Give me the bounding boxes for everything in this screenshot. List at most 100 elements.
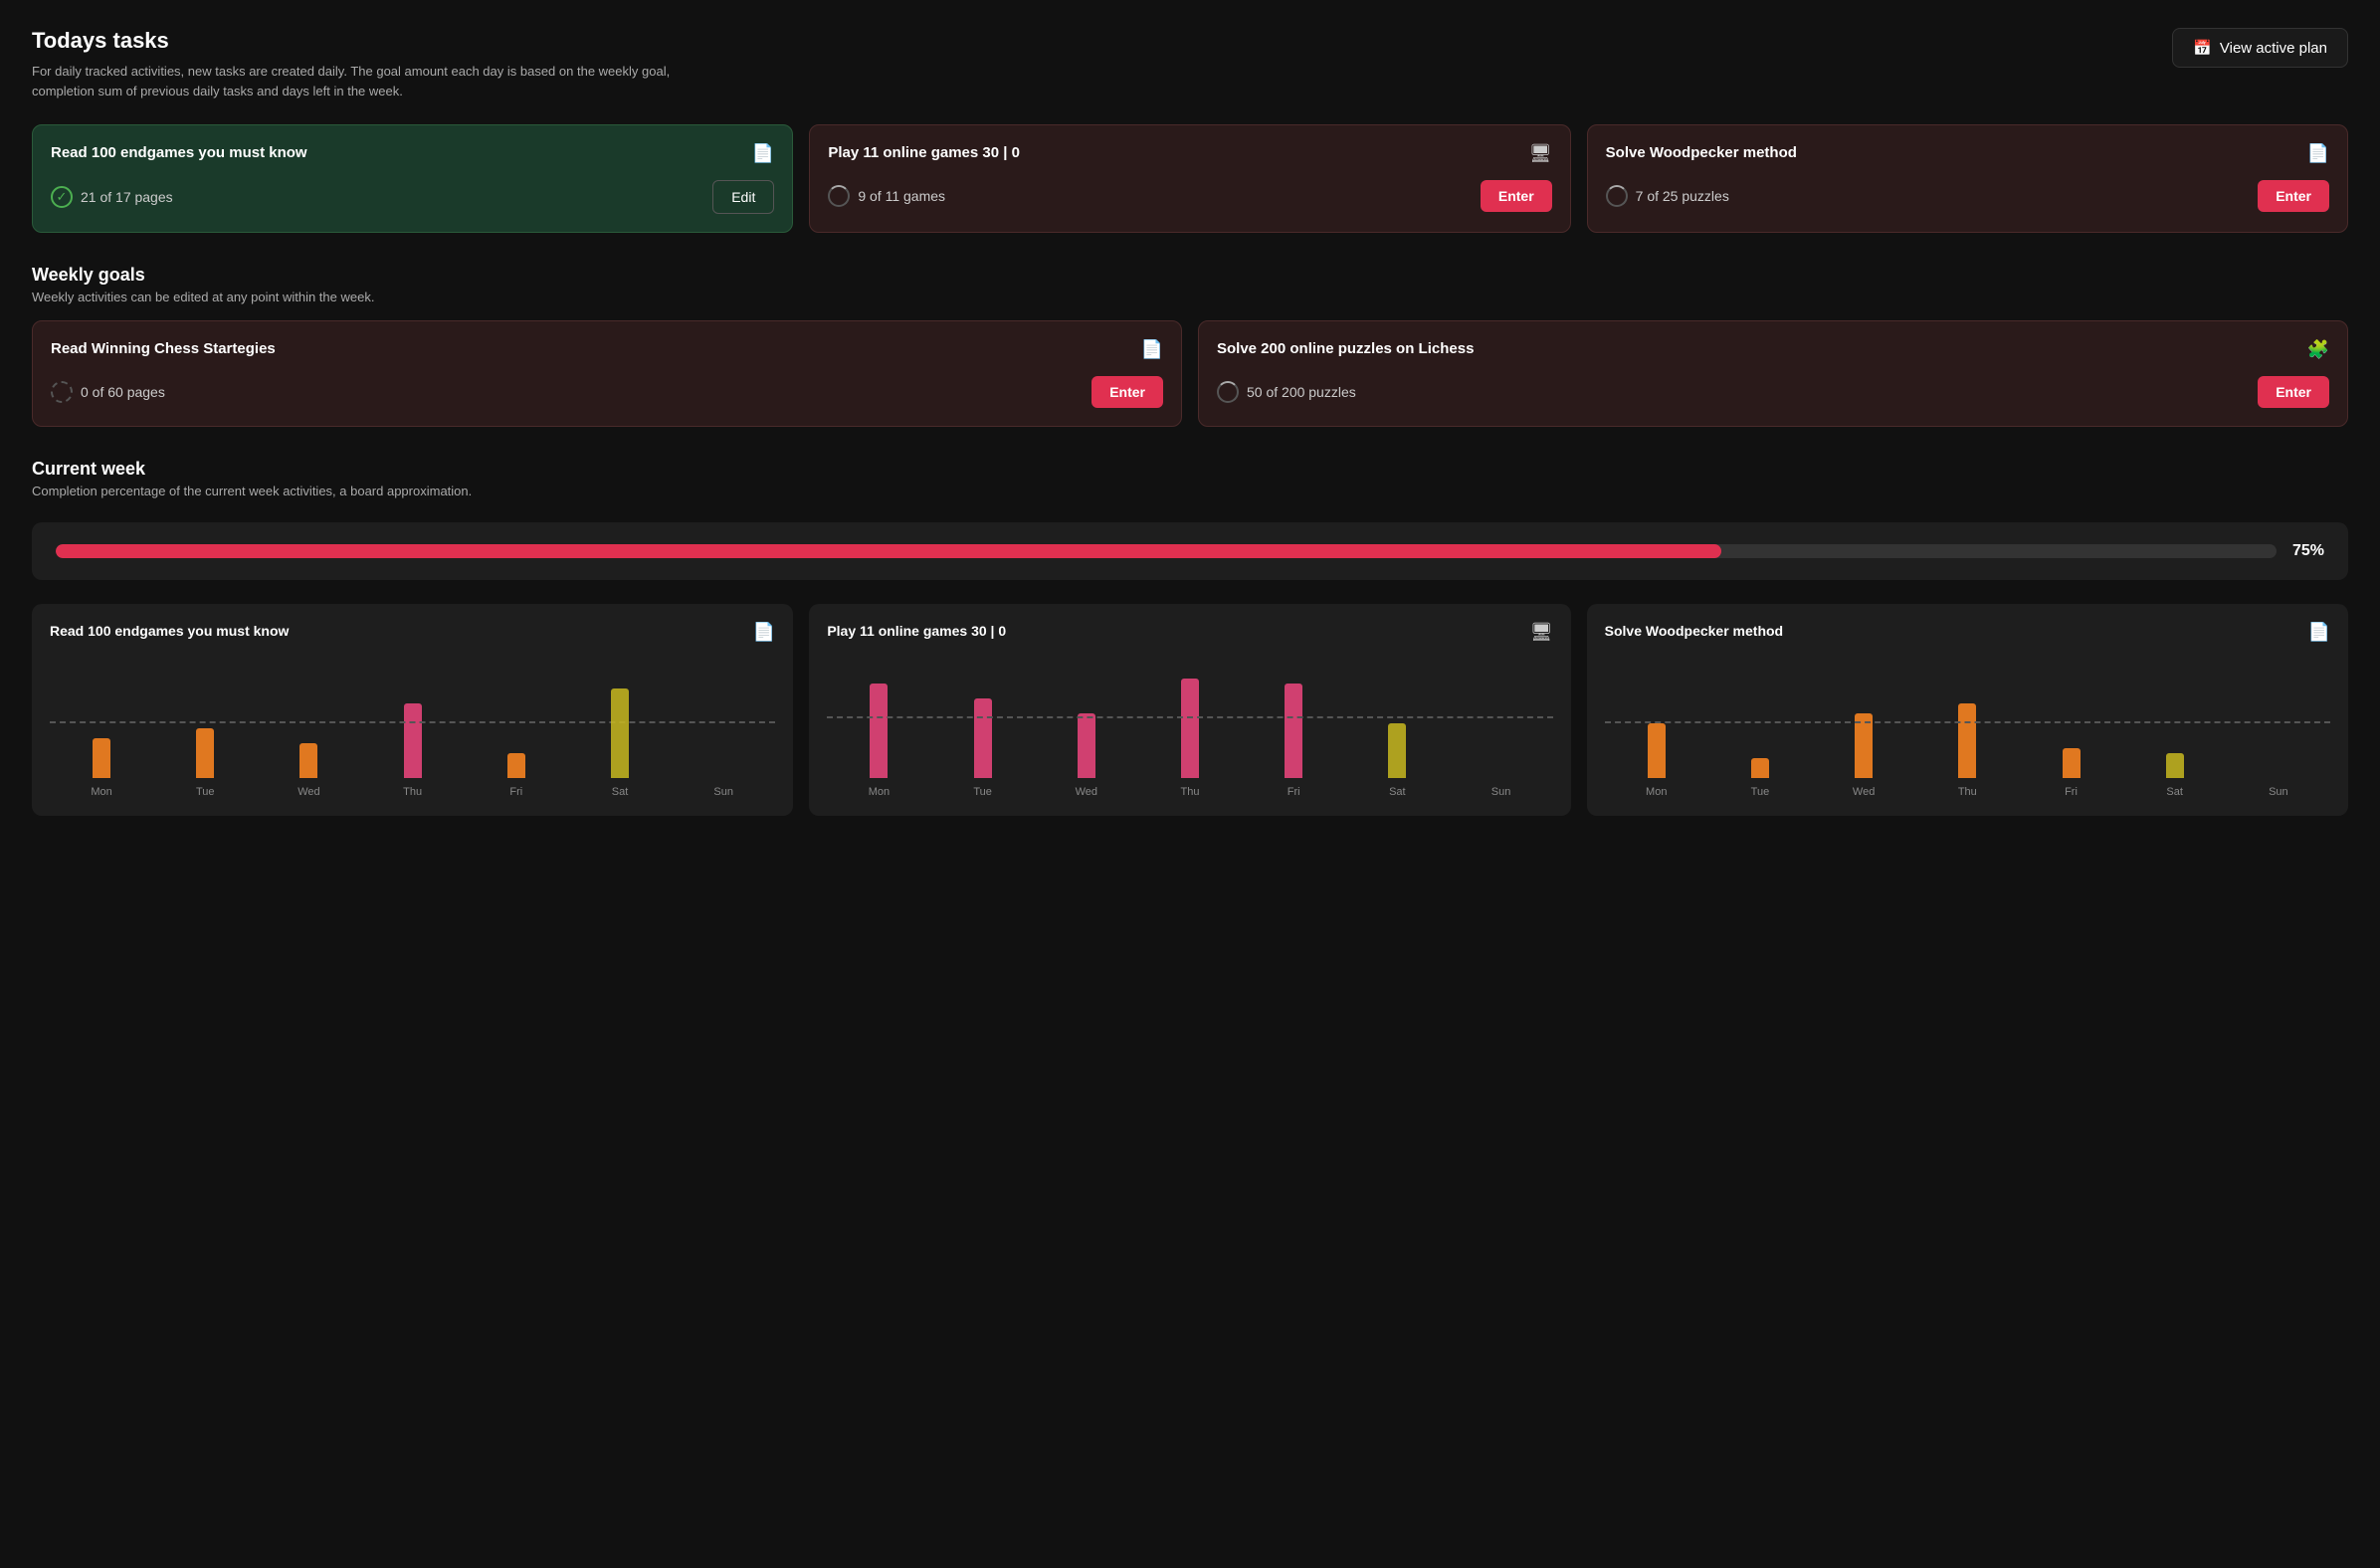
header-left: Todays tasks For daily tracked activitie… — [32, 28, 708, 100]
bar-labels: Mon Tue Wed Thu Fri Sat Sun — [827, 786, 1552, 798]
enter-button[interactable]: Enter — [2258, 376, 2329, 408]
progress-bar-track — [56, 544, 2277, 558]
day-label: Thu — [1915, 786, 2019, 798]
task-card-online-games: Play 11 online games 30 | 0 🖥 9 of 11 ga… — [809, 124, 1570, 233]
today-tasks-grid: Read 100 endgames you must know 📄 ✓ 21 o… — [32, 124, 2348, 233]
day-label: Sat — [2123, 786, 2227, 798]
bar-group — [2019, 748, 2122, 778]
card-type-icon: 📄 — [752, 143, 774, 164]
current-week-title: Current week — [32, 459, 2348, 480]
check-circle-icon: ✓ — [51, 186, 73, 208]
bar-sat — [2166, 753, 2184, 778]
page-title: Todays tasks — [32, 28, 708, 54]
dashed-goal-line — [1605, 721, 2330, 723]
progress-text: 50 of 200 puzzles — [1247, 384, 1356, 400]
day-label: Fri — [2019, 786, 2122, 798]
chart-card-icon: 🖥 — [1530, 622, 1553, 643]
view-plan-label: View active plan — [2220, 40, 2327, 57]
bar-group — [1708, 758, 1812, 778]
bar-group — [2123, 753, 2227, 778]
bar-group — [1915, 703, 2019, 778]
dashed-circle-icon — [51, 381, 73, 403]
day-label: Mon — [1605, 786, 1708, 798]
day-label: Sun — [1449, 786, 1552, 798]
bar-group — [1605, 723, 1708, 778]
task-card-lichess-puzzles: Solve 200 online puzzles on Lichess 🧩 50… — [1198, 320, 2348, 427]
task-card-title: Solve Woodpecker method — [1606, 143, 2307, 163]
view-plan-button[interactable]: 📅 View active plan — [2172, 28, 2348, 68]
bar-group — [1035, 713, 1138, 778]
bar-tue — [1751, 758, 1769, 778]
bar-group — [931, 698, 1035, 778]
bar-group — [1138, 679, 1242, 778]
bar-group — [153, 728, 257, 778]
chart-card-header: Read 100 endgames you must know 📄 — [50, 622, 775, 643]
chart-card-title: Read 100 endgames you must know — [50, 622, 753, 640]
task-card-title: Play 11 online games 30 | 0 — [828, 143, 1528, 163]
weekly-goals-grid: Read Winning Chess Startegies 📄 0 of 60 … — [32, 320, 2348, 427]
task-card-footer: 50 of 200 puzzles Enter — [1217, 376, 2329, 408]
day-label: Tue — [153, 786, 257, 798]
chart-card-header: Play 11 online games 30 | 0 🖥 — [827, 622, 1552, 643]
loading-circle-icon — [1606, 185, 1628, 207]
bars-container — [50, 659, 775, 778]
bar-fri — [1285, 684, 1302, 778]
day-label: Wed — [257, 786, 360, 798]
chart-card-title: Play 11 online games 30 | 0 — [827, 622, 1529, 640]
loading-circle-icon — [1217, 381, 1239, 403]
task-card-header: Play 11 online games 30 | 0 🖥 — [828, 143, 1551, 164]
progress-bar-container: 75% — [32, 522, 2348, 580]
dashed-goal-line — [827, 716, 1552, 718]
day-label: Wed — [1035, 786, 1138, 798]
day-label: Fri — [465, 786, 568, 798]
enter-button[interactable]: Enter — [1481, 180, 1552, 212]
chart-card-chart-woodpecker: Solve Woodpecker method 📄 — [1587, 604, 2348, 816]
bar-tue — [974, 698, 992, 778]
day-label: Sun — [672, 786, 775, 798]
bar-group — [50, 738, 153, 778]
bar-group — [1345, 723, 1449, 778]
calendar-icon: 📅 — [2193, 39, 2212, 57]
chart-card-chart-endgames: Read 100 endgames you must know 📄 — [32, 604, 793, 816]
task-card-title: Read Winning Chess Startegies — [51, 339, 1141, 359]
task-card-footer: ✓ 21 of 17 pages Edit — [51, 180, 774, 214]
bar-chart — [50, 659, 775, 778]
task-card-woodpecker: Solve Woodpecker method 📄 7 of 25 puzzle… — [1587, 124, 2348, 233]
weekly-goals-title: Weekly goals — [32, 265, 2348, 286]
day-label: Mon — [827, 786, 930, 798]
task-card-header: Solve 200 online puzzles on Lichess 🧩 — [1217, 339, 2329, 360]
bar-chart — [827, 659, 1552, 778]
bar-group — [465, 753, 568, 778]
task-card-title: Read 100 endgames you must know — [51, 143, 752, 163]
day-label: Sat — [568, 786, 672, 798]
bar-mon — [870, 684, 888, 778]
dashed-goal-line — [50, 721, 775, 723]
bar-thu — [1181, 679, 1199, 778]
task-card-header: Read Winning Chess Startegies 📄 — [51, 339, 1163, 360]
task-progress: ✓ 21 of 17 pages — [51, 186, 173, 208]
progress-text: 7 of 25 puzzles — [1636, 188, 1729, 204]
current-week-subtitle: Completion percentage of the current wee… — [32, 484, 2348, 498]
edit-button[interactable]: Edit — [712, 180, 774, 214]
bar-thu — [404, 703, 422, 778]
chart-card-icon: 📄 — [753, 622, 775, 643]
bar-fri — [507, 753, 525, 778]
bar-group — [1242, 684, 1345, 778]
progress-bar-fill — [56, 544, 1721, 558]
task-progress: 9 of 11 games — [828, 185, 945, 207]
task-progress: 7 of 25 puzzles — [1606, 185, 1729, 207]
card-type-icon: 📄 — [2307, 143, 2329, 164]
bar-wed — [1078, 713, 1095, 778]
bar-group — [257, 743, 360, 778]
charts-grid: Read 100 endgames you must know 📄 — [32, 604, 2348, 816]
day-label: Wed — [1812, 786, 1915, 798]
enter-button[interactable]: Enter — [2258, 180, 2329, 212]
chart-card-title: Solve Woodpecker method — [1605, 622, 2308, 640]
day-label: Sat — [1345, 786, 1449, 798]
bar-labels: Mon Tue Wed Thu Fri Sat Sun — [1605, 786, 2330, 798]
task-card-winning-chess: Read Winning Chess Startegies 📄 0 of 60 … — [32, 320, 1182, 427]
weekly-goals-subtitle: Weekly activities can be edited at any p… — [32, 290, 2348, 304]
bar-labels: Mon Tue Wed Thu Fri Sat Sun — [50, 786, 775, 798]
enter-button[interactable]: Enter — [1091, 376, 1163, 408]
progress-text: 9 of 11 games — [858, 188, 945, 204]
